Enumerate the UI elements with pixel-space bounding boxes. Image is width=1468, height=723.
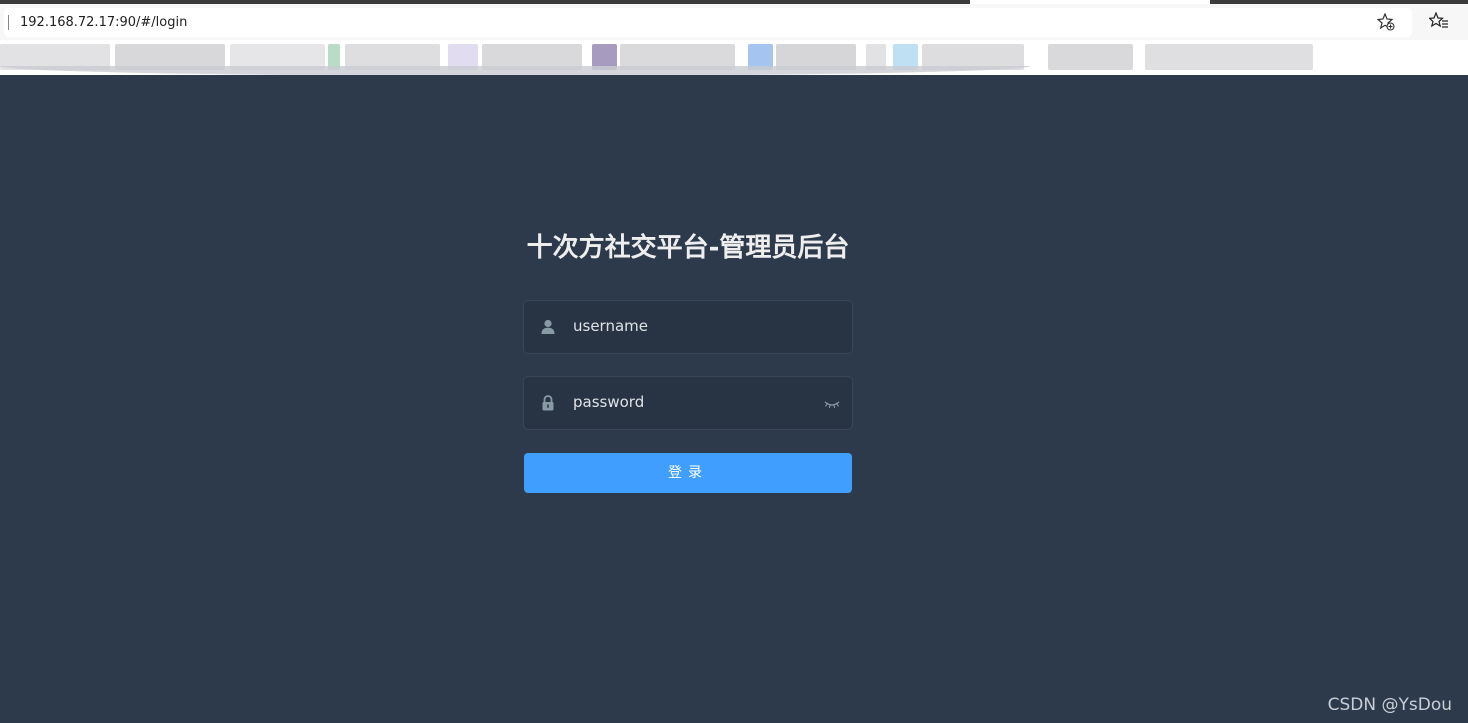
watermark: CSDN @YsDou <box>1327 695 1452 715</box>
username-field[interactable]: username <box>523 300 853 354</box>
page-title: 十次方社交平台-管理员后台 <box>526 233 850 263</box>
redacted-bookmark <box>1145 44 1313 70</box>
login-button[interactable]: 登录 <box>524 453 852 493</box>
password-input[interactable]: password <box>573 393 644 411</box>
add-favorite-icon[interactable] <box>1376 12 1396 33</box>
text-caret <box>8 15 9 30</box>
eye-closed-icon[interactable] <box>824 397 840 409</box>
password-field[interactable]: password <box>523 376 853 430</box>
favorites-list-icon[interactable] <box>1428 11 1450 34</box>
redacted-bookmark <box>1048 44 1133 70</box>
username-input[interactable]: username <box>573 317 648 335</box>
redaction-scribble <box>0 66 1030 75</box>
url-text[interactable]: 192.168.72.17:90/#/login <box>20 15 187 30</box>
login-page: 十次方社交平台-管理员后台 username password 登录 <box>0 75 1468 723</box>
address-bar: 192.168.72.17:90/#/login <box>0 4 1468 40</box>
lock-icon <box>540 394 556 412</box>
bookmarks-bar-redacted <box>0 40 1468 75</box>
url-field[interactable]: 192.168.72.17:90/#/login <box>4 8 1412 37</box>
user-icon <box>540 318 556 336</box>
